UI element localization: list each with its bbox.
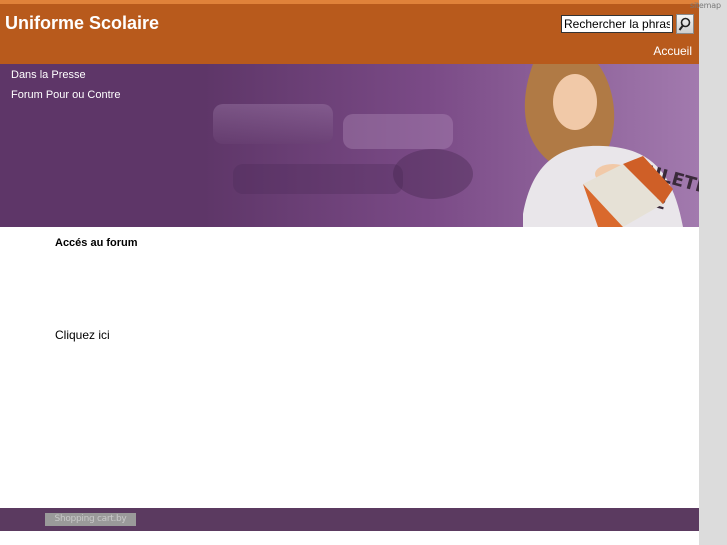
forum-heading: Accés au forum xyxy=(55,237,138,249)
home-link[interactable]: Accueil xyxy=(653,44,692,58)
header-bar: Uniforme Scolaire Accueil xyxy=(0,0,699,64)
search-button[interactable] xyxy=(676,14,694,34)
nav-item-forum[interactable]: Forum Pour ou Contre xyxy=(11,89,120,101)
sitemap-link[interactable]: sitemap xyxy=(690,1,721,10)
search-icon xyxy=(678,17,691,31)
main-nav: Dans la Presse Forum Pour ou Contre xyxy=(11,69,120,109)
page: Uniforme Scolaire Accueil Dans la Presse… xyxy=(0,0,699,545)
click-here-link[interactable]: Cliquez ici xyxy=(55,328,110,342)
search-input[interactable] xyxy=(561,15,673,33)
banner-photo-girl-reading: THLETI 02 xyxy=(203,64,699,227)
site-title: Uniforme Scolaire xyxy=(5,13,160,33)
banner: Dans la Presse Forum Pour ou Contre THLE… xyxy=(0,64,699,227)
shopping-cart-badge[interactable]: Shopping cart.by xyxy=(45,513,136,526)
nav-item-press[interactable]: Dans la Presse xyxy=(11,69,120,81)
footer-bar: Shopping cart.by xyxy=(0,508,699,531)
